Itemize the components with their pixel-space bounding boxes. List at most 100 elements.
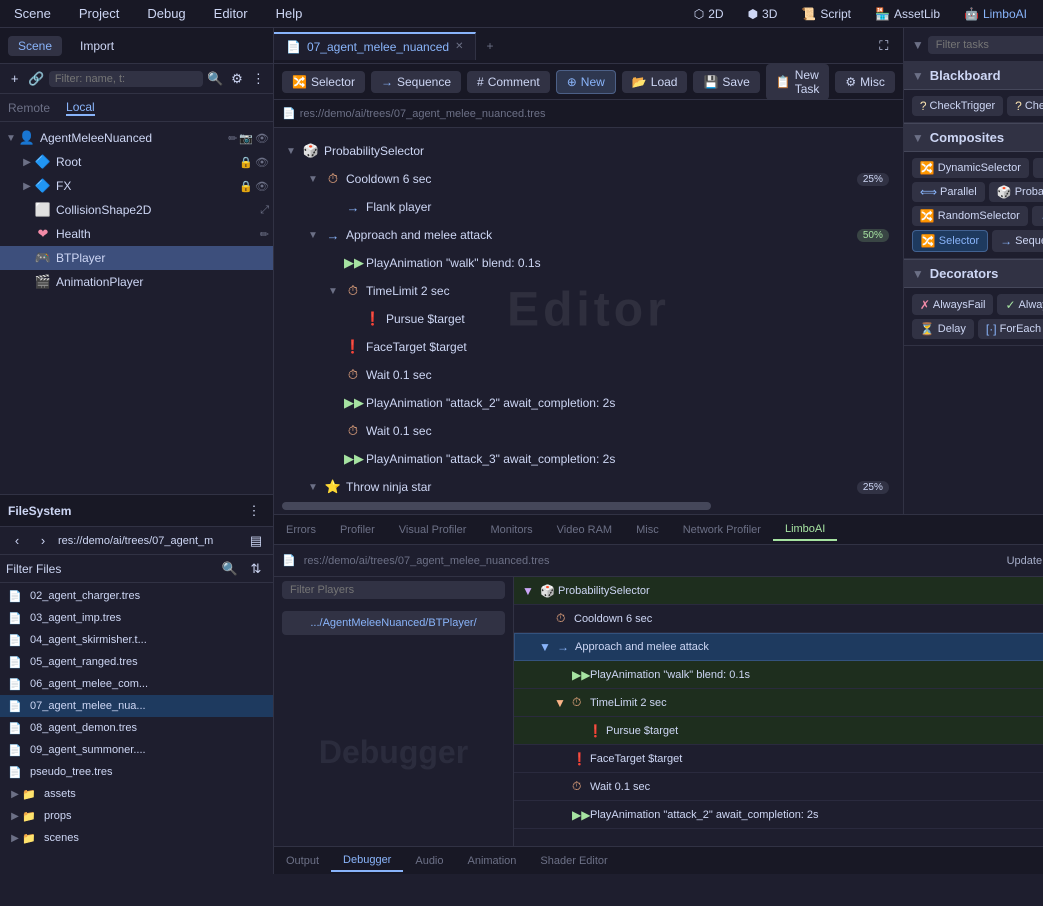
fs-file-pseudo[interactable]: 📄pseudo_tree.tres: [0, 761, 273, 783]
tab-animation[interactable]: Animation: [456, 851, 529, 871]
menu-scene[interactable]: Scene: [8, 4, 57, 23]
eye-icon[interactable]: 👁: [255, 180, 269, 193]
chip-foreach[interactable]: [·] ForEach: [978, 319, 1043, 339]
search-icon[interactable]: 🔍: [207, 68, 224, 90]
bt-node-pursue[interactable]: ▶ ❗ Pursue $target: [342, 306, 895, 332]
debug-item-walk[interactable]: ▼ ▶▶ PlayAnimation "walk" blend: 0.1s ✓ …: [514, 661, 1043, 689]
bb-collapse-icon[interactable]: ▼: [912, 69, 924, 83]
debug-item-pursue[interactable]: ▼ ❗ Pursue $target ⏱ 0.38: [514, 717, 1043, 745]
fs-file-03[interactable]: 📄03_agent_imp.tres: [0, 607, 273, 629]
debug-item-attack2[interactable]: ▼ ▶▶ PlayAnimation "attack_2" await_comp…: [514, 801, 1043, 829]
bt-node-wait2[interactable]: ▶ ⏱ Wait 0.1 sec: [322, 418, 895, 444]
fs-file-04[interactable]: 📄04_agent_skirmisher.t...: [0, 629, 273, 651]
horizontal-scrollbar[interactable]: [282, 502, 711, 510]
tab-profiler[interactable]: Profiler: [328, 520, 387, 540]
fs-file-07[interactable]: 📄07_agent_melee_nua...: [0, 695, 273, 717]
fs-file-08[interactable]: 📄08_agent_demon.tres: [0, 717, 273, 739]
bt-node-flank[interactable]: ▶ → Flank player: [322, 194, 895, 220]
composites-collapse-icon[interactable]: ▼: [912, 131, 924, 145]
fs-view-icon[interactable]: ▤: [245, 530, 267, 552]
btn-misc[interactable]: ⚙ Misc: [835, 71, 894, 93]
tree-item-health[interactable]: ▶ ❤ Health ✏: [0, 222, 273, 246]
bt-node-playanim-attack2[interactable]: ▶ ▶▶ PlayAnimation "attack_2" await_comp…: [322, 390, 895, 416]
menu-project[interactable]: Project: [73, 4, 125, 23]
tab-audio[interactable]: Audio: [403, 851, 455, 871]
fs-folder-props[interactable]: ▶📁props: [0, 805, 273, 827]
menu-debug[interactable]: Debug: [141, 4, 191, 23]
btn-script[interactable]: 📜 Script: [793, 4, 859, 24]
btn-3d[interactable]: ⬢ 3D: [740, 4, 786, 24]
bt-node-approach[interactable]: ▼ → Approach and melee attack 50%: [302, 222, 895, 248]
fs-search-icon[interactable]: 🔍: [219, 558, 241, 580]
eye-icon[interactable]: 👁: [255, 132, 269, 145]
menu-editor[interactable]: Editor: [208, 4, 254, 23]
tab-shader-editor[interactable]: Shader Editor: [528, 851, 619, 871]
tree-item-animplayer[interactable]: ▶ 🎬 AnimationPlayer: [0, 270, 273, 294]
bt-node-wait1[interactable]: ▶ ⏱ Wait 0.1 sec: [322, 362, 895, 388]
btn-sequence[interactable]: → Sequence: [371, 71, 461, 93]
bt-tree-scroll[interactable]: ▼ 🎲 ProbabilitySelector ▼ ⏱ Cooldown 6 s…: [274, 128, 903, 514]
fs-forward-icon[interactable]: ›: [32, 530, 54, 552]
fullscreen-icon[interactable]: ⛶: [873, 35, 895, 57]
bt-node-probselector[interactable]: ▼ 🎲 ProbabilitySelector: [282, 138, 895, 164]
add-tab-icon[interactable]: +: [476, 33, 503, 59]
tab-import[interactable]: Import: [70, 36, 124, 56]
btn-2d[interactable]: ⬡ 2D: [686, 4, 732, 24]
remote-tab[interactable]: Remote: [8, 101, 50, 115]
chip-probselector[interactable]: 🎲 ProbabilitySelector: [989, 182, 1043, 202]
chip-dynamicselector[interactable]: 🔀 DynamicSelector: [912, 158, 1029, 178]
fs-file-05[interactable]: 📄05_agent_ranged.tres: [0, 651, 273, 673]
editor-tab-file[interactable]: 📄 07_agent_melee_nuanced ✕: [274, 32, 476, 60]
eye-icon[interactable]: 👁: [255, 156, 269, 169]
tab-close-icon[interactable]: ✕: [455, 41, 463, 52]
btn-new-task[interactable]: 📋 New Task: [766, 64, 830, 100]
tree-item-btplayer[interactable]: ▶ 🎮 BTPlayer: [0, 246, 273, 270]
btn-save[interactable]: 💾 Save: [693, 71, 759, 93]
bt-node-playanim-attack3[interactable]: ▶ ▶▶ PlayAnimation "attack_3" await_comp…: [322, 446, 895, 472]
fs-folder-assets[interactable]: ▶📁assets: [0, 783, 273, 805]
more-icon[interactable]: ⋮: [250, 68, 267, 90]
fs-file-09[interactable]: 📄09_agent_summoner....: [0, 739, 273, 761]
tab-errors[interactable]: Errors: [274, 520, 328, 540]
tab-output[interactable]: Output: [274, 851, 331, 871]
chip-alwayssucceed[interactable]: ✓ AlwaysSucceed: [997, 294, 1043, 315]
tab-limboai[interactable]: LimboAI: [773, 519, 837, 541]
tree-item-fx[interactable]: ▶ 🔷 FX 🔒 👁: [0, 174, 273, 198]
chip-delay[interactable]: ⏳ Delay: [912, 319, 974, 339]
chip-sequence[interactable]: → Sequence: [992, 230, 1043, 252]
filter-players-input[interactable]: [282, 581, 505, 599]
bt-node-throwstar[interactable]: ▼ ⭐ Throw ninja star 25%: [302, 474, 895, 500]
tab-visual-profiler[interactable]: Visual Profiler: [387, 520, 479, 540]
debug-item-facetarget[interactable]: ▼ ❗ FaceTarget $target 0.00: [514, 745, 1043, 773]
tab-network-profiler[interactable]: Network Profiler: [671, 520, 773, 540]
link-icon[interactable]: 🔗: [27, 68, 44, 90]
chip-randomsequence[interactable]: → RandomSequence: [1032, 206, 1043, 226]
fs-back-icon[interactable]: ‹: [6, 530, 28, 552]
bt-node-cooldown[interactable]: ▼ ⏱ Cooldown 6 sec 25%: [302, 166, 895, 192]
tab-debugger[interactable]: Debugger: [331, 850, 403, 872]
tab-misc[interactable]: Misc: [624, 520, 671, 540]
tree-item-collision[interactable]: ▶ ⬜ CollisionShape2D ⤢: [0, 198, 273, 222]
add-node-icon[interactable]: +: [6, 68, 23, 90]
fs-file-06[interactable]: 📄06_agent_melee_com...: [0, 673, 273, 695]
agent-path-button[interactable]: .../AgentMeleeNuanced/BTPlayer/: [282, 611, 505, 635]
bt-node-playanim-walk[interactable]: ▶ ▶▶ PlayAnimation "walk" blend: 0.1s: [322, 250, 895, 276]
debug-item-approach[interactable]: ▼ → Approach and melee attack ⏱ 0.38: [514, 633, 1043, 661]
decorators-collapse-icon[interactable]: ▼: [912, 267, 924, 281]
chip-checkvar[interactable]: ? CheckVar: [1007, 96, 1043, 116]
btn-new[interactable]: ⊕ New: [556, 70, 616, 94]
local-tab[interactable]: Local: [66, 100, 95, 116]
chip-checktrigger[interactable]: ? CheckTrigger: [912, 96, 1003, 116]
fs-file-02[interactable]: 📄02_agent_charger.tres: [0, 585, 273, 607]
tree-item-root[interactable]: ▶ 🔷 Root 🔒 👁: [0, 150, 273, 174]
fs-folder-scenes[interactable]: ▶📁scenes: [0, 827, 273, 849]
settings-icon[interactable]: ⚙: [228, 68, 245, 90]
chip-selector[interactable]: 🔀 Selector: [912, 230, 988, 252]
fs-more-icon[interactable]: ⋮: [243, 500, 265, 522]
menu-help[interactable]: Help: [270, 4, 309, 23]
btn-selector[interactable]: 🔀 Selector: [282, 71, 365, 93]
bt-node-timelimit[interactable]: ▼ ⏱ TimeLimit 2 sec: [322, 278, 895, 304]
debug-item-wait[interactable]: ▼ ⏱ Wait 0.1 sec 0.00: [514, 773, 1043, 801]
btn-comment[interactable]: # Comment: [467, 71, 550, 93]
fs-sort-icon[interactable]: ⇅: [245, 558, 267, 580]
